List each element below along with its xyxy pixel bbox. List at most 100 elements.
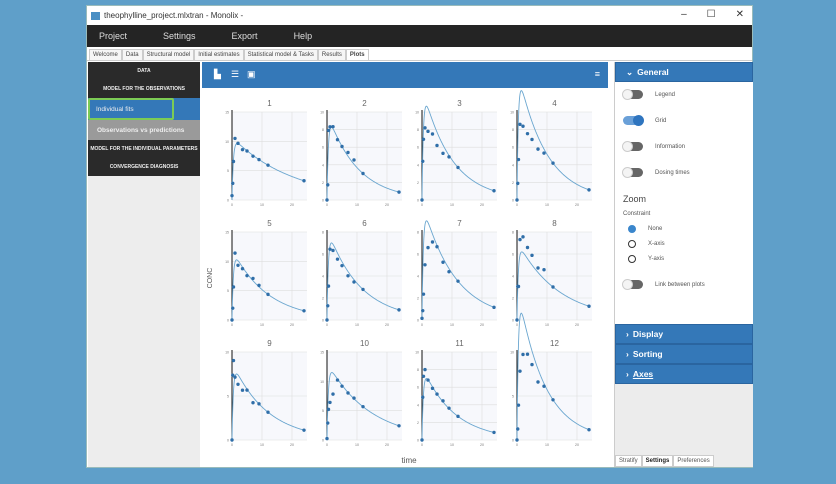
dosing-times-toggle[interactable] [622, 167, 643, 178]
display-section-header[interactable]: › Display [615, 324, 753, 344]
subplot-title: 6 [362, 219, 367, 228]
hamburger-icon[interactable]: ≡ [595, 69, 600, 79]
minimize-button[interactable]: – [681, 9, 687, 20]
menu-export[interactable]: Export [232, 31, 258, 41]
subplot-title: 11 [455, 339, 464, 348]
tab-structural-model[interactable]: Structural model [142, 49, 195, 60]
radio-y-axis[interactable] [628, 255, 636, 263]
menu-settings[interactable]: Settings [163, 31, 196, 41]
y-tick-label: 6 [512, 253, 514, 257]
tab-plots[interactable]: Plots [345, 49, 369, 60]
tab-preferences[interactable]: Preferences [673, 455, 714, 467]
x-tick-label: 10 [260, 323, 264, 327]
window-title: theophylline_project.mlxtran - Monolix - [104, 11, 244, 20]
observation-point [516, 427, 520, 431]
observation-point [551, 285, 555, 289]
y-tick-label: 2 [417, 421, 419, 425]
general-section-header[interactable]: ⌄ General [615, 62, 753, 82]
observation-point [335, 257, 340, 261]
bottom-tabs: Stratify Settings Preferences [615, 455, 714, 467]
axes-label: Axes [632, 369, 654, 379]
link-plots-label: Link between plots [655, 281, 705, 288]
subplot-title: 12 [550, 339, 559, 348]
constraint-label: Constraint [623, 211, 651, 217]
tab-initial-estimates[interactable]: Initial estimates [194, 49, 244, 60]
observation-point [257, 283, 261, 288]
y-tick-label: 2 [512, 181, 514, 185]
tab-stratify[interactable]: Stratify [615, 455, 642, 467]
link-plots-toggle[interactable] [622, 279, 643, 290]
observation-point [326, 304, 330, 308]
observation-point [397, 424, 401, 428]
tab-results[interactable]: Results [317, 49, 346, 60]
menu-help[interactable]: Help [294, 31, 313, 41]
observation-point [231, 285, 236, 289]
observation-point [361, 171, 365, 176]
menu-project[interactable]: Project [99, 31, 127, 41]
bar-chart-icon[interactable]: ▙ [214, 69, 221, 80]
observation-point [325, 436, 329, 441]
y-tick-label: 6 [322, 146, 324, 150]
observation-point [326, 183, 330, 187]
information-toggle[interactable] [622, 141, 643, 152]
subplot-title: 4 [552, 99, 557, 108]
radio-y-axis-label: Y-axis [648, 256, 665, 262]
tab-settings[interactable]: Settings [641, 455, 674, 467]
tab-statistical-model[interactable]: Statistical model & Tasks [243, 49, 318, 60]
nav-obs-vs-pred[interactable]: Observations vs predictions [88, 120, 200, 140]
grid-toggle[interactable] [623, 115, 644, 126]
display-label: Display [632, 329, 664, 339]
observation-point [430, 386, 435, 391]
list-icon[interactable]: ☰ [231, 69, 239, 80]
observation-point [447, 270, 451, 274]
observation-point [233, 136, 237, 141]
y-tick-label: 6 [417, 386, 419, 390]
tab-welcome[interactable]: Welcome [89, 49, 122, 60]
zoom-heading: Zoom [623, 194, 647, 204]
observation-point [492, 305, 496, 310]
observation-point [430, 132, 435, 136]
observation-point [516, 403, 521, 407]
x-tick-label: 10 [545, 323, 549, 327]
observation-point [346, 391, 350, 395]
x-tick-label: 10 [450, 443, 454, 447]
axes-section-header[interactable]: › Axes [615, 364, 753, 384]
nav-model-individual-params[interactable]: MODEL FOR THE INDIVIDUAL PARAMETERS [88, 140, 200, 158]
nav-model-observations[interactable]: MODEL FOR THE OBSERVATIONS [88, 80, 200, 98]
observation-point [352, 158, 356, 162]
x-tick-label: 10 [355, 443, 359, 447]
nav-data[interactable]: DATA [88, 62, 200, 80]
x-tick-label: 10 [545, 443, 549, 447]
observation-point [231, 306, 235, 310]
radio-x-axis[interactable] [628, 240, 636, 248]
observation-point [245, 273, 249, 278]
observation-point [441, 151, 445, 156]
legend-label: Legend [655, 91, 676, 98]
tab-data[interactable]: Data [121, 49, 143, 60]
y-tick-label: 0 [322, 319, 324, 323]
observation-point [352, 280, 356, 284]
grid-label: Grid [655, 117, 667, 124]
y-tick-label: 10 [510, 351, 514, 355]
observation-point [331, 124, 335, 129]
save-icon[interactable]: ▣ [247, 69, 256, 80]
legend-toggle[interactable] [622, 89, 643, 100]
observation-point [421, 395, 425, 399]
subplot-title: 5 [267, 219, 272, 228]
nav-individual-fits[interactable]: Individual fits [88, 98, 174, 120]
sorting-section-header[interactable]: › Sorting [615, 344, 753, 364]
maximize-button[interactable]: ☐ [707, 9, 716, 20]
radio-none[interactable] [628, 225, 636, 233]
observation-point [302, 179, 306, 183]
y-tick-label: 5 [512, 395, 514, 399]
subplot-6: 6 0 10 20 0 2 4 6 8 [322, 219, 402, 327]
sorting-label: Sorting [632, 349, 663, 359]
y-tick-label: 8 [512, 231, 514, 235]
observation-point [231, 159, 236, 164]
observation-point [236, 263, 240, 267]
nav-convergence[interactable]: CONVERGENCE DIAGNOSIS [88, 158, 200, 176]
x-tick-label: 0 [516, 323, 518, 327]
close-button[interactable]: ✕ [736, 9, 744, 20]
observation-point [542, 384, 546, 388]
plot-area: ▙ ☰ ▣ ≡ CONC time 1 0 10 20 0 5 10 15 2 0 10 20 0 2 4 6 8 1… [202, 62, 608, 467]
